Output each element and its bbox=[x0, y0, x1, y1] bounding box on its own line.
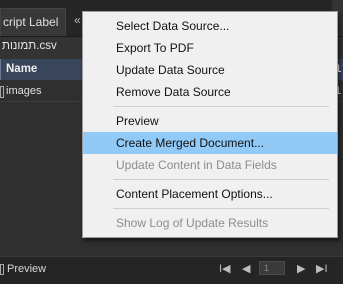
bottom-status-bar bbox=[0, 256, 343, 284]
preview-label: Preview bbox=[7, 263, 47, 275]
menu-item-export-to-pdf[interactable]: Export To PDF bbox=[83, 37, 337, 59]
column-header-name[interactable]: Name bbox=[6, 63, 37, 75]
menu-item-update-content-in-data-fields: Update Content in Data Fields bbox=[116, 158, 277, 172]
first-record-icon[interactable]: I◀ bbox=[219, 262, 231, 275]
data-merge-panel-menu: Select Data Source... Export To PDF Upda… bbox=[82, 11, 338, 238]
menu-separator bbox=[113, 179, 329, 180]
menu-item-remove-data-source[interactable]: Remove Data Source bbox=[83, 81, 337, 103]
menu-item-preview[interactable]: Preview bbox=[83, 110, 337, 132]
collapse-arrows-icon[interactable]: « bbox=[74, 13, 81, 27]
menu-item-select-data-source[interactable]: Select Data Source... bbox=[83, 15, 337, 37]
preview-checkbox[interactable] bbox=[0, 264, 4, 275]
tab-script-label[interactable]: cript Label bbox=[0, 8, 66, 36]
record-number-input[interactable]: 1 bbox=[259, 261, 285, 275]
tab-label: cript Label bbox=[3, 15, 59, 29]
menu-item-update-data-source[interactable]: Update Data Source bbox=[83, 59, 337, 81]
menu-item-create-merged-document[interactable]: Create Merged Document... bbox=[83, 132, 337, 154]
data-source-filename: תמונות.csv bbox=[2, 40, 57, 52]
previous-record-icon[interactable]: ◀ bbox=[242, 262, 250, 275]
menu-item-content-placement-options[interactable]: Content Placement Options... bbox=[83, 183, 337, 205]
header-divider bbox=[0, 59, 1, 80]
menu-item-show-log-of-update-results: Show Log of Update Results bbox=[116, 216, 269, 230]
row-checkbox[interactable] bbox=[0, 86, 4, 98]
next-record-icon[interactable]: ▶ bbox=[297, 262, 305, 275]
menu-separator bbox=[113, 208, 329, 209]
menu-separator bbox=[113, 106, 329, 107]
last-record-icon[interactable]: ▶I bbox=[316, 262, 328, 275]
row-label: images bbox=[6, 85, 42, 97]
